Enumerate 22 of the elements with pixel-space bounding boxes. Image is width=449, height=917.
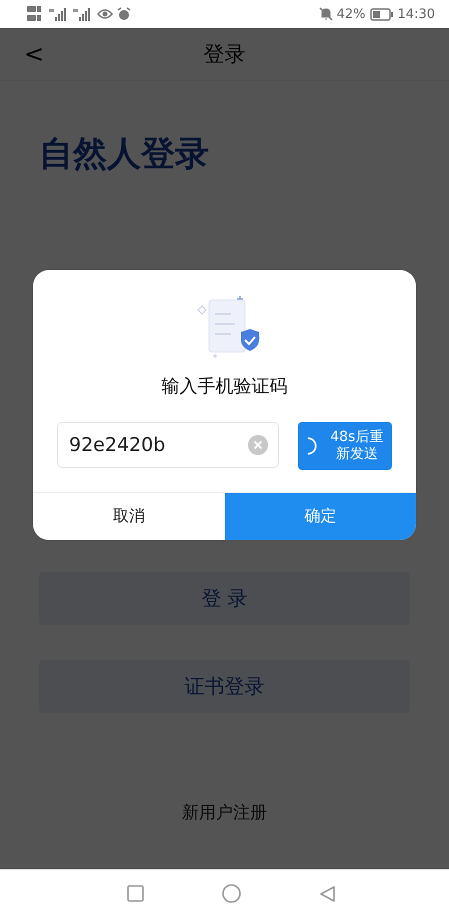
battery-icon (370, 8, 394, 20)
battery-percent: 42% (336, 6, 366, 22)
page-heading: 自然人登录 (39, 133, 210, 176)
clock-time: 14:30 (398, 6, 435, 22)
home-icon[interactable] (222, 884, 241, 903)
login-option-button[interactable]: 登 录 (39, 572, 410, 625)
mute-bell-icon (318, 7, 333, 21)
resend-button[interactable]: 48s后重新发送 (298, 422, 392, 470)
dialog-title: 输入手机验证码 (162, 375, 288, 398)
register-link[interactable]: 新用户注册 (182, 801, 267, 824)
eye-icon (97, 8, 113, 20)
login-option-button[interactable]: 证书登录 (39, 660, 410, 713)
back-nav-icon[interactable] (319, 884, 337, 902)
signal-icon (73, 7, 93, 21)
page-title: 登录 (204, 41, 246, 68)
confirm-button[interactable]: 确定 (224, 493, 416, 540)
signal-icon (49, 7, 69, 21)
back-button[interactable]: < (20, 40, 48, 68)
alarm-icon (117, 7, 131, 21)
recent-apps-icon[interactable] (127, 885, 144, 902)
code-input-field[interactable]: 92e2420b (57, 422, 279, 468)
clear-icon[interactable] (248, 435, 268, 455)
